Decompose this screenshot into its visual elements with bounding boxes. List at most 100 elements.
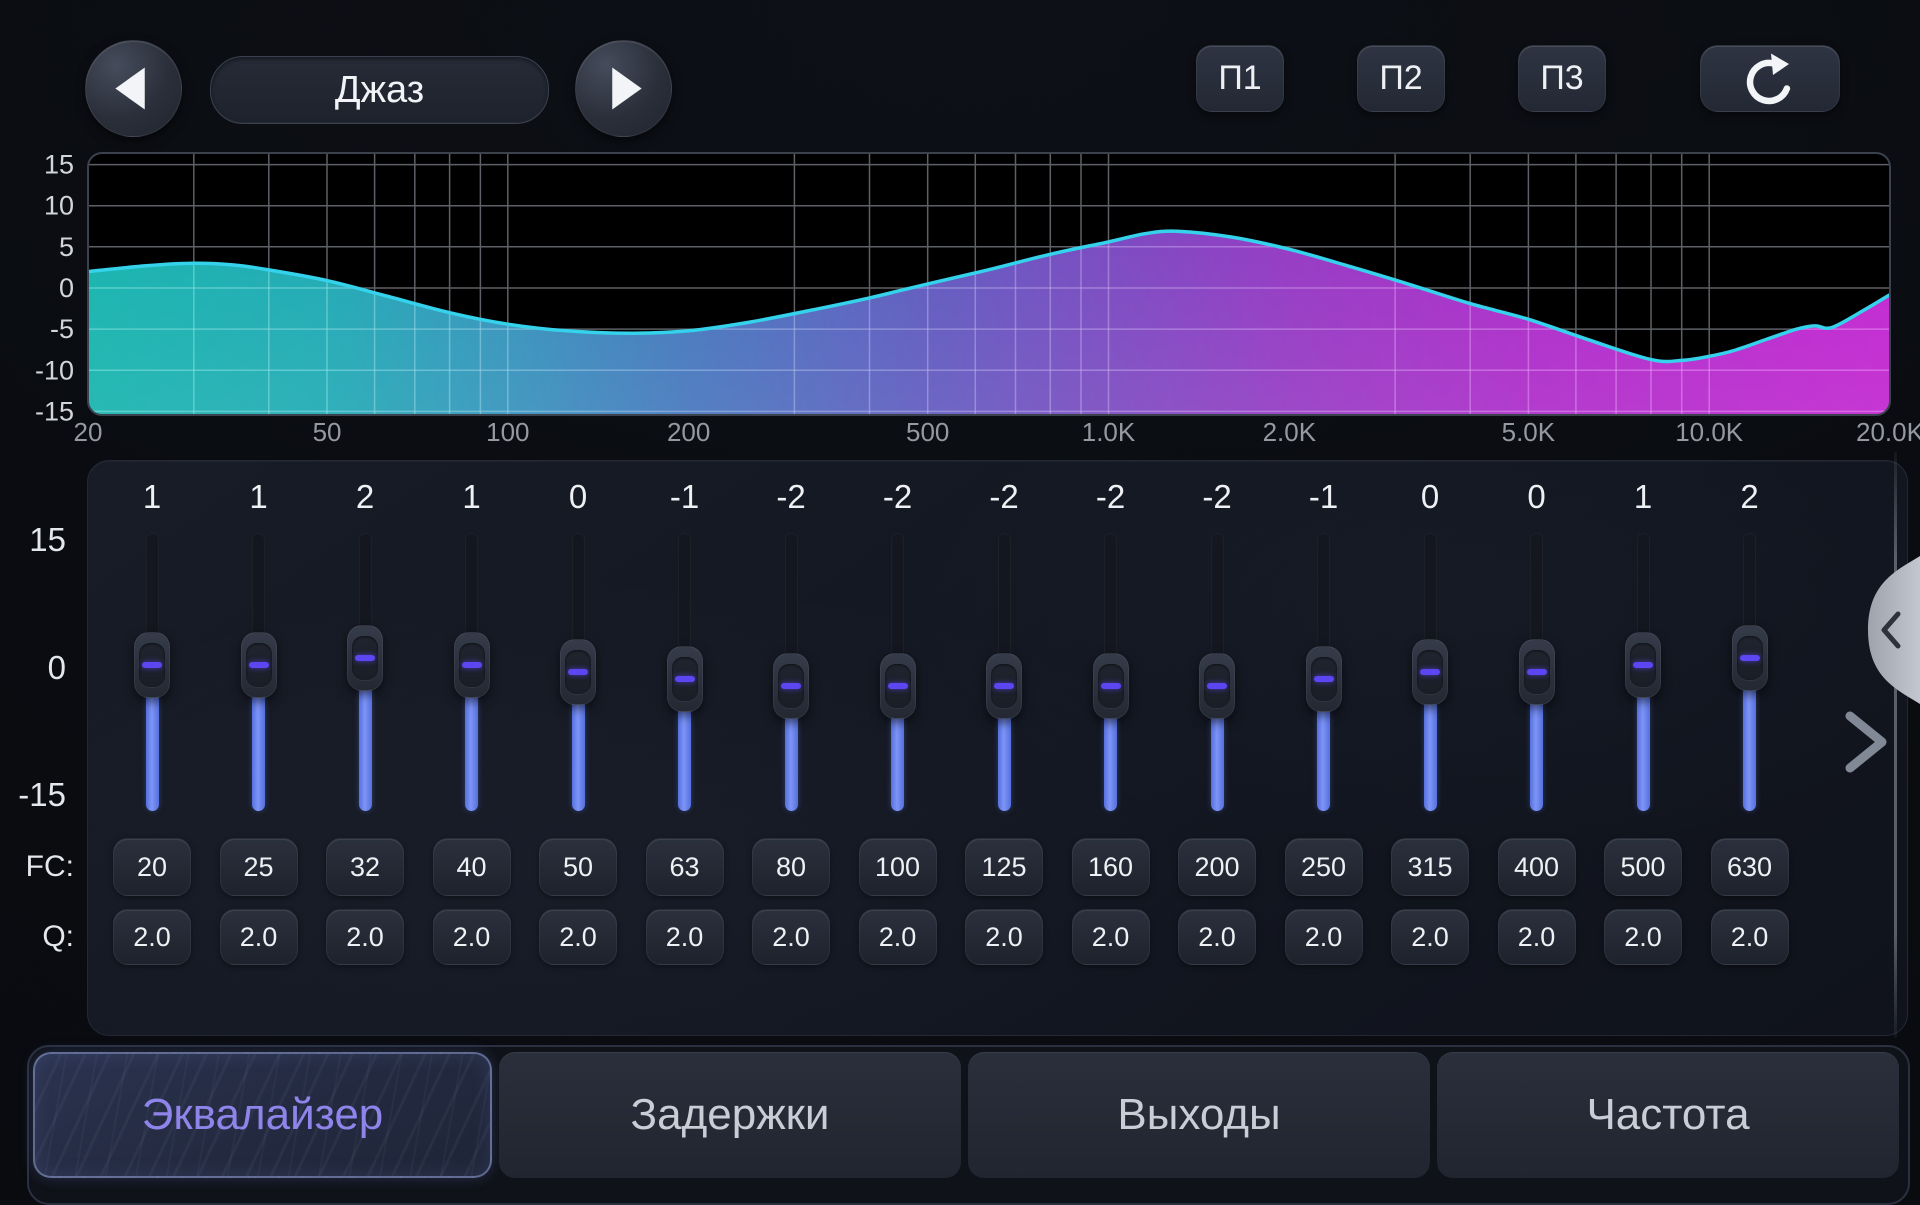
slider-handle-inner bbox=[565, 650, 591, 694]
slider-handle[interactable] bbox=[454, 632, 490, 698]
band-gain-value: -2 bbox=[1177, 478, 1257, 516]
fc-value-button[interactable]: 40 bbox=[433, 838, 511, 896]
band-gain-value: 2 bbox=[1710, 478, 1790, 516]
q-value-button[interactable]: 2.0 bbox=[859, 909, 937, 965]
slider-handle-inner bbox=[459, 643, 485, 687]
q-value-button[interactable]: 2.0 bbox=[1498, 909, 1576, 965]
q-value-button[interactable]: 2.0 bbox=[1604, 909, 1682, 965]
band-gain-value: 0 bbox=[538, 478, 618, 516]
slider-handle-inner bbox=[778, 664, 804, 708]
slider-handle[interactable] bbox=[1199, 653, 1235, 719]
q-value-button[interactable]: 2.0 bbox=[1072, 909, 1150, 965]
slider-handle[interactable] bbox=[1625, 632, 1661, 698]
slider-handle-marker bbox=[462, 662, 482, 668]
band-gain-value: 1 bbox=[1603, 478, 1683, 516]
q-value-button[interactable]: 2.0 bbox=[433, 909, 511, 965]
tab-delays[interactable]: Задержки bbox=[499, 1052, 961, 1178]
y-axis-tick: -15 bbox=[35, 396, 74, 426]
fc-value-button[interactable]: 125 bbox=[965, 838, 1043, 896]
slider-fill bbox=[678, 707, 691, 811]
q-value-button[interactable]: 2.0 bbox=[1391, 909, 1469, 965]
fc-value-button[interactable]: 20 bbox=[113, 838, 191, 896]
eq-scale-label-bottom: -15 bbox=[0, 773, 66, 817]
band-gain-value: -2 bbox=[964, 478, 1044, 516]
slider-handle-marker bbox=[142, 662, 162, 668]
x-axis-tick: 1.0K bbox=[1082, 417, 1136, 447]
q-value-button[interactable]: 2.0 bbox=[326, 909, 404, 965]
equalizer-screen: Джаз П1П2П3 151050-5-10-1520501002005001… bbox=[0, 0, 1920, 1200]
slider-handle-inner bbox=[139, 643, 165, 687]
q-value-button[interactable]: 2.0 bbox=[1711, 909, 1789, 965]
slider-handle-marker bbox=[1207, 683, 1227, 689]
next-bands-button[interactable] bbox=[1836, 708, 1898, 778]
slider-handle-inner bbox=[1204, 664, 1230, 708]
slider-fill bbox=[1637, 693, 1650, 811]
q-value-button[interactable]: 2.0 bbox=[113, 909, 191, 965]
slider-fill bbox=[1104, 714, 1117, 811]
fc-value-button[interactable]: 80 bbox=[752, 838, 830, 896]
chevron-right-icon bbox=[1850, 716, 1882, 768]
fc-value-button[interactable]: 32 bbox=[326, 838, 404, 896]
slider-fill bbox=[359, 686, 372, 811]
x-axis-tick: 20.0K bbox=[1856, 417, 1920, 447]
fc-value-button[interactable]: 200 bbox=[1178, 838, 1256, 896]
band-gain-value: -2 bbox=[751, 478, 831, 516]
band-gain-value: -2 bbox=[858, 478, 938, 516]
slider-handle[interactable] bbox=[134, 632, 170, 698]
q-value-button[interactable]: 2.0 bbox=[1285, 909, 1363, 965]
slider-handle[interactable] bbox=[1732, 625, 1768, 691]
tab-frequency[interactable]: Частота bbox=[1437, 1052, 1899, 1178]
fc-value-button[interactable]: 630 bbox=[1711, 838, 1789, 896]
slider-handle[interactable] bbox=[347, 625, 383, 691]
slider-handle[interactable] bbox=[1519, 639, 1555, 705]
slider-handle-inner bbox=[672, 657, 698, 701]
band-gain-value: 2 bbox=[325, 478, 405, 516]
q-value-button[interactable]: 2.0 bbox=[220, 909, 298, 965]
slider-handle[interactable] bbox=[241, 632, 277, 698]
slider-handle-marker bbox=[1740, 655, 1760, 661]
fc-value-button[interactable]: 400 bbox=[1498, 838, 1576, 896]
fc-value-button[interactable]: 160 bbox=[1072, 838, 1150, 896]
slider-handle[interactable] bbox=[1093, 653, 1129, 719]
slider-fill bbox=[1743, 686, 1756, 811]
fc-value-button[interactable]: 63 bbox=[646, 838, 724, 896]
slider-handle[interactable] bbox=[986, 653, 1022, 719]
slider-fill bbox=[785, 714, 798, 811]
fc-value-button[interactable]: 500 bbox=[1604, 838, 1682, 896]
q-value-button[interactable]: 2.0 bbox=[965, 909, 1043, 965]
slider-fill bbox=[572, 700, 585, 811]
q-value-button[interactable]: 2.0 bbox=[539, 909, 617, 965]
x-axis-tick: 10.0K bbox=[1675, 417, 1744, 447]
fc-value-button[interactable]: 315 bbox=[1391, 838, 1469, 896]
q-value-button[interactable]: 2.0 bbox=[1178, 909, 1256, 965]
slider-fill bbox=[998, 714, 1011, 811]
slider-handle-marker bbox=[781, 683, 801, 689]
x-axis-tick: 50 bbox=[313, 417, 342, 447]
fc-value-button[interactable]: 50 bbox=[539, 838, 617, 896]
eq-scale-label-mid: 0 bbox=[0, 646, 66, 690]
side-drawer-handle[interactable] bbox=[1858, 550, 1920, 710]
y-axis-tick: 5 bbox=[59, 232, 74, 262]
slider-handle-inner bbox=[1098, 664, 1124, 708]
q-row-label: Q: bbox=[0, 917, 74, 957]
slider-handle[interactable] bbox=[773, 653, 809, 719]
band-gain-value: -2 bbox=[1071, 478, 1151, 516]
tab-outputs[interactable]: Выходы bbox=[968, 1052, 1430, 1178]
slider-fill bbox=[1424, 700, 1437, 811]
tab-equalizer[interactable]: Эквалайзер bbox=[33, 1052, 492, 1178]
slider-handle[interactable] bbox=[880, 653, 916, 719]
fc-value-button[interactable]: 25 bbox=[220, 838, 298, 896]
slider-handle-inner bbox=[885, 664, 911, 708]
fc-value-button[interactable]: 250 bbox=[1285, 838, 1363, 896]
slider-handle[interactable] bbox=[560, 639, 596, 705]
q-value-button[interactable]: 2.0 bbox=[752, 909, 830, 965]
slider-handle[interactable] bbox=[1306, 646, 1342, 712]
fc-value-button[interactable]: 100 bbox=[859, 838, 937, 896]
slider-fill bbox=[1211, 714, 1224, 811]
slider-handle-marker bbox=[568, 669, 588, 675]
q-value-button[interactable]: 2.0 bbox=[646, 909, 724, 965]
slider-handle[interactable] bbox=[667, 646, 703, 712]
slider-handle[interactable] bbox=[1412, 639, 1448, 705]
x-axis-tick: 2.0K bbox=[1263, 417, 1317, 447]
band-gain-value: -1 bbox=[645, 478, 725, 516]
